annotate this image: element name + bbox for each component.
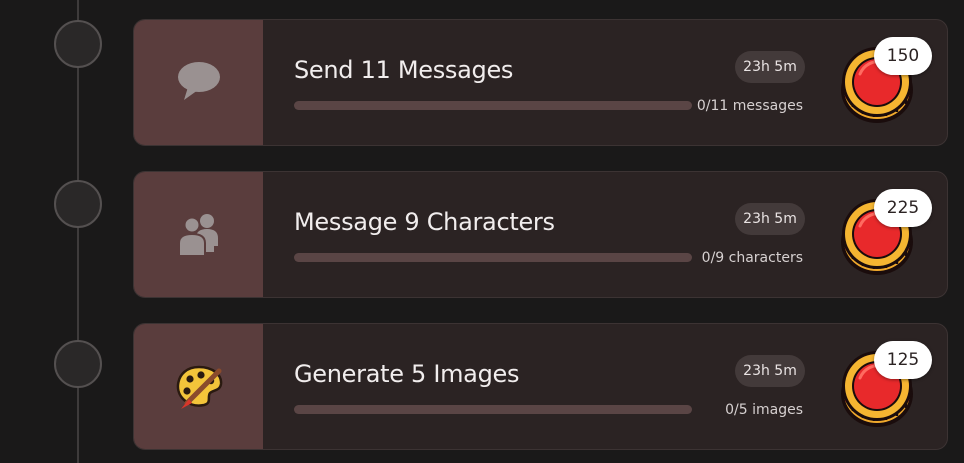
palette-icon — [173, 359, 225, 415]
progress-text: 0/9 characters — [701, 250, 803, 266]
quest-card-generate-images[interactable]: Generate 5 Images 23h 5m 0/5 images 125 — [133, 323, 948, 450]
progress-bar — [294, 405, 692, 414]
timeline-line — [77, 0, 79, 463]
timeline-node — [54, 340, 102, 388]
quest-icon-panel — [134, 20, 263, 145]
progress-text: 0/11 messages — [696, 98, 803, 114]
progress-bar — [294, 253, 692, 262]
users-icon — [174, 210, 224, 260]
timer-badge: 23h 5m — [735, 203, 805, 235]
timer-badge: 23h 5m — [735, 51, 805, 83]
quest-title: Send 11 Messages — [294, 56, 514, 84]
progress-text: 0/5 images — [725, 402, 803, 418]
reward-badge: 150 — [874, 37, 932, 75]
quest-title: Message 9 Characters — [294, 208, 555, 236]
progress-bar — [294, 101, 692, 110]
quest-icon-panel — [134, 324, 263, 449]
timer-badge: 23h 5m — [735, 355, 805, 387]
timeline-node — [54, 20, 102, 68]
quest-card-send-messages[interactable]: Send 11 Messages 23h 5m 0/11 messages 15… — [133, 19, 948, 146]
quest-icon-panel — [134, 172, 263, 297]
quest-title: Generate 5 Images — [294, 360, 520, 388]
reward-badge: 125 — [874, 341, 932, 379]
reward-badge: 225 — [874, 189, 932, 227]
timeline-node — [54, 180, 102, 228]
speech-bubble-icon — [176, 60, 222, 106]
quest-card-message-characters[interactable]: Message 9 Characters 23h 5m 0/9 characte… — [133, 171, 948, 298]
